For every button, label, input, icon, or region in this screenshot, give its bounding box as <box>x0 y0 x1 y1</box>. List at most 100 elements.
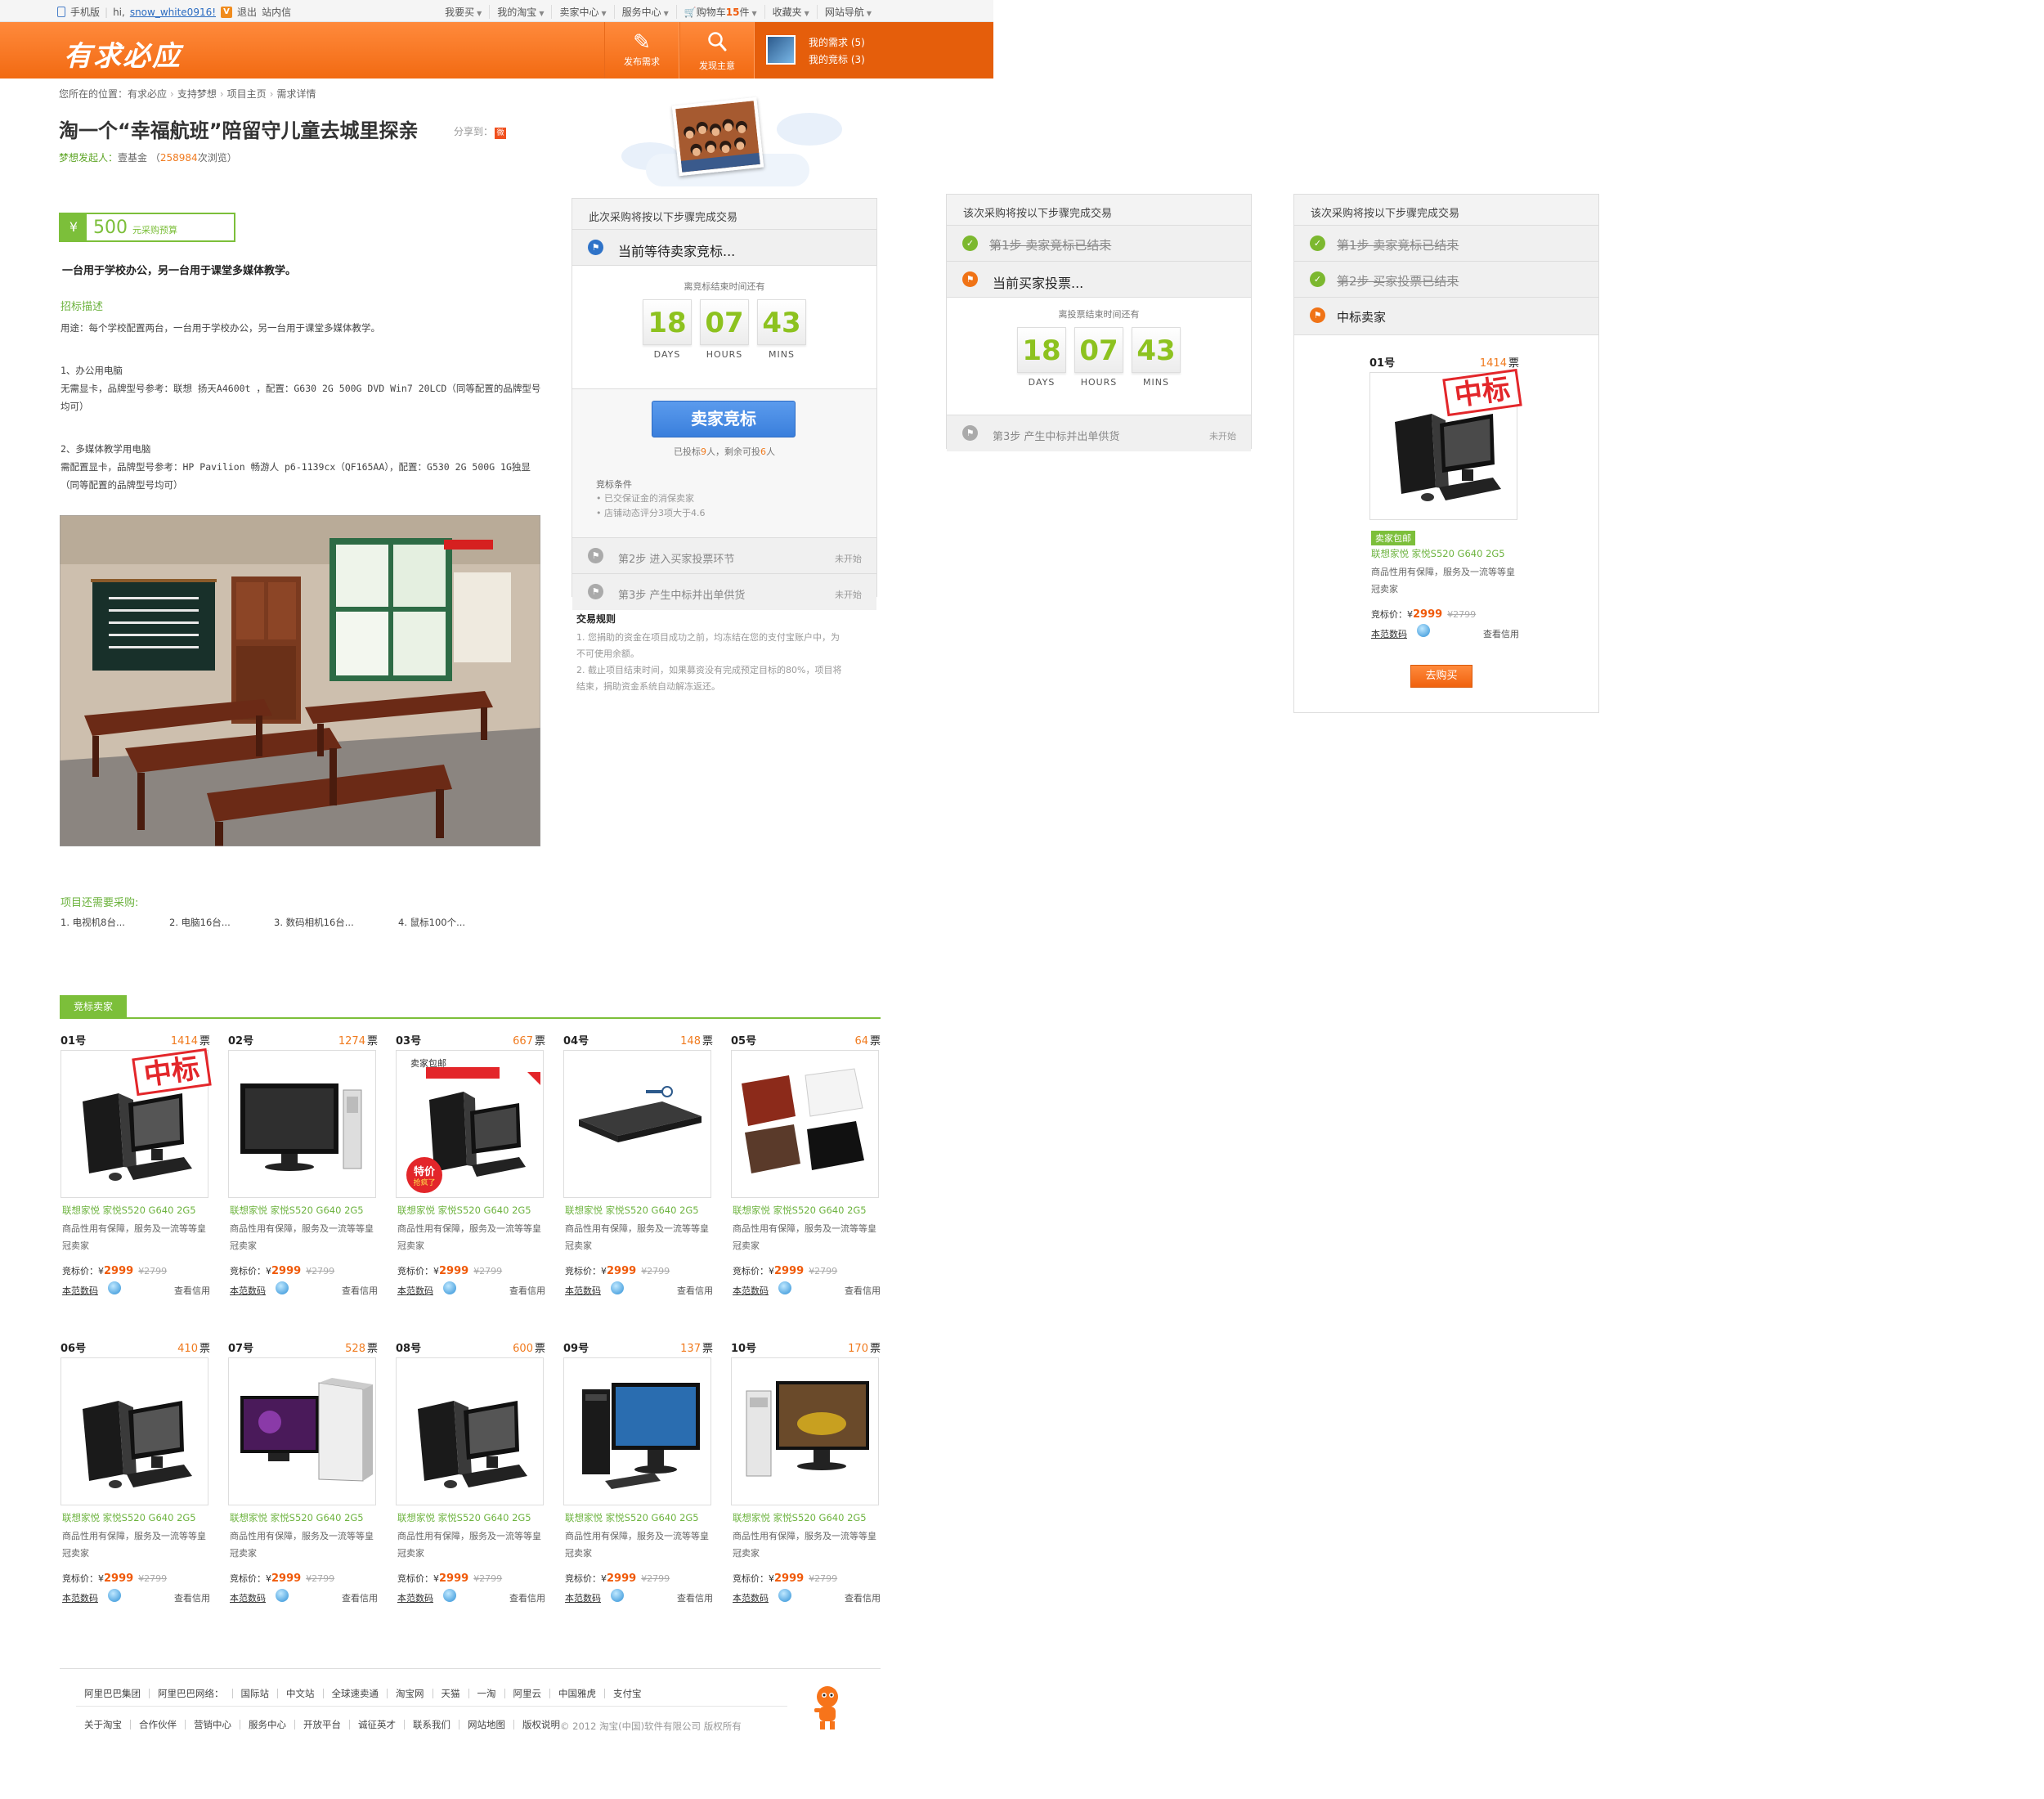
view-credit-link[interactable]: 查看信用 <box>509 1284 545 1297</box>
product-image[interactable] <box>563 1050 711 1198</box>
product-name[interactable]: 联想家悦 家悦S520 G640 2G5 <box>733 1511 867 1524</box>
view-credit-link[interactable]: 查看信用 <box>845 1591 881 1604</box>
footer-link[interactable]: 中国雅虎 <box>550 1689 605 1698</box>
seller-link[interactable]: 本范数码 <box>62 1591 98 1604</box>
top-nav-item[interactable]: 网站导航 ▼ <box>818 5 879 19</box>
panel-header: 该次采购将按以下步骤完成交易 <box>947 195 1251 226</box>
footer-link[interactable]: 营销中心 <box>186 1720 240 1729</box>
top-nav-item[interactable]: 我的淘宝 ▼ <box>490 5 553 19</box>
view-credit-link[interactable]: 查看信用 <box>509 1591 545 1604</box>
post-request-button[interactable]: ✎ 发布需求 <box>604 22 679 79</box>
top-nav-item[interactable]: 服务中心 ▼ <box>615 5 677 19</box>
view-credit-link[interactable]: 查看信用 <box>677 1591 713 1604</box>
footer-link[interactable]: 网站地图 <box>459 1720 514 1729</box>
site-logo[interactable]: 有求必应 <box>64 34 182 74</box>
footer-link[interactable]: 天猫 <box>433 1689 469 1698</box>
footer-link[interactable]: 阿里巴巴集团 <box>76 1689 150 1698</box>
footer-link[interactable]: 诚征英才 <box>350 1720 405 1729</box>
footer-link[interactable]: 支付宝 <box>605 1689 650 1698</box>
breadcrumb-separator: › <box>170 88 174 100</box>
footer-link[interactable]: 阿里云 <box>505 1689 550 1698</box>
footer-link[interactable]: 关于淘宝 <box>76 1720 131 1729</box>
footer-link[interactable]: 开放平台 <box>295 1720 350 1729</box>
product-name[interactable]: 联想家悦 家悦S520 G640 2G5 <box>565 1511 699 1524</box>
purchase-item[interactable]: 4. 鼠标100个... <box>398 916 465 929</box>
vote-unit: 票 <box>199 1035 210 1048</box>
top-nav-item[interactable]: 我要买 ▼ <box>437 5 491 19</box>
view-credit-link[interactable]: 查看信用 <box>845 1284 881 1297</box>
seller-link[interactable]: 本范数码 <box>1371 627 1407 640</box>
seller-link[interactable]: 本范数码 <box>733 1284 769 1297</box>
discover-button[interactable]: 发现主意 <box>679 22 755 79</box>
buy-button[interactable]: 去购买 <box>1410 665 1472 688</box>
footer-link[interactable]: 国际站 <box>233 1689 278 1698</box>
weibo-share-icon[interactable]: 微 <box>495 128 507 139</box>
footer-link[interactable]: 合作伙伴 <box>131 1720 186 1729</box>
step-2-label: 第2步 买家投票已结束 <box>1337 274 1459 289</box>
footer-link[interactable]: 服务中心 <box>240 1720 295 1729</box>
breadcrumb-item[interactable]: 项目主页 <box>227 88 267 100</box>
mobile-link[interactable]: 手机版 <box>70 5 100 19</box>
tab-bidders[interactable]: 竞标卖家 <box>60 995 127 1018</box>
product-name[interactable]: 联想家悦 家悦S520 G640 2G5 <box>230 1204 364 1217</box>
top-nav-item[interactable]: 收藏夹 ▼ <box>765 5 818 19</box>
footer-link[interactable]: 一淘 <box>469 1689 505 1698</box>
footer-link[interactable]: 全球速卖通 <box>324 1689 388 1698</box>
footer-link[interactable]: 联系我们 <box>405 1720 459 1729</box>
view-credit-link[interactable]: 查看信用 <box>174 1591 210 1604</box>
seller-link[interactable]: 本范数码 <box>62 1284 98 1297</box>
view-credit-link[interactable]: 查看信用 <box>342 1591 378 1604</box>
purchase-item[interactable]: 2. 电脑16台... <box>169 916 274 929</box>
view-credit-link[interactable]: 查看信用 <box>342 1284 378 1297</box>
product-name[interactable]: 联想家悦 家悦S520 G640 2G5 <box>62 1204 196 1217</box>
product-image[interactable] <box>563 1357 711 1505</box>
breadcrumb-item[interactable]: 支持梦想 <box>177 88 217 100</box>
bidder-number: 03号 <box>396 1035 422 1048</box>
my-bids-link[interactable]: 我的竞标 (3) <box>809 52 865 66</box>
seller-link[interactable]: 本范数码 <box>230 1591 266 1604</box>
logout-link[interactable]: 退出 <box>237 5 257 19</box>
seller-link[interactable]: 本范数码 <box>565 1284 601 1297</box>
footer-link[interactable]: 阿里巴巴网络： <box>150 1689 233 1698</box>
product-name[interactable]: 联想家悦 家悦S520 G640 2G5 <box>230 1511 364 1524</box>
initiator-name[interactable]: 壹基金 <box>118 152 147 164</box>
product-name[interactable]: 联想家悦 家悦S520 G640 2G5 <box>1371 547 1505 560</box>
seller-link[interactable]: 本范数码 <box>565 1591 601 1604</box>
product-name[interactable]: 联想家悦 家悦S520 G640 2G5 <box>397 1204 531 1217</box>
purchase-item[interactable]: 1. 电视机8台... <box>61 916 169 929</box>
seller-link[interactable]: 本范数码 <box>397 1284 433 1297</box>
top-nav-item[interactable]: 🛒购物车15件 ▼ <box>677 5 765 19</box>
product-desc: 商品性用有保障，服务及一流等等皇冠卖家 <box>230 1223 374 1251</box>
product-image[interactable] <box>731 1050 879 1198</box>
product-image[interactable] <box>228 1357 376 1505</box>
step-1-label: 第1步 卖家竞标已结束 <box>1337 238 1459 253</box>
seller-link[interactable]: 本范数码 <box>733 1591 769 1604</box>
breadcrumb-item[interactable]: 有求必应 <box>128 88 167 100</box>
product-name[interactable]: 联想家悦 家悦S520 G640 2G5 <box>62 1511 196 1524</box>
purchase-item[interactable]: 3. 数码相机16台... <box>274 916 398 929</box>
price-label: 竞标价：¥ <box>565 1266 607 1276</box>
top-nav-item[interactable]: 卖家中心 ▼ <box>552 5 615 19</box>
my-requests-link[interactable]: 我的需求 (5) <box>809 35 865 49</box>
view-credit-link[interactable]: 查看信用 <box>174 1284 210 1297</box>
product-name[interactable]: 联想家悦 家悦S520 G640 2G5 <box>397 1511 531 1524</box>
seller-bid-button[interactable]: 卖家竞标 <box>652 401 796 437</box>
seller-link[interactable]: 本范数码 <box>230 1284 266 1297</box>
top-bar: 手机版 | hi, snow_white0916! V 退出 站内信 我要买 ▼ 我… <box>0 0 993 22</box>
description-line: 均可） <box>61 401 89 412</box>
product-name[interactable]: 联想家悦 家悦S520 G640 2G5 <box>733 1204 867 1217</box>
product-image[interactable] <box>61 1357 208 1505</box>
messages-link[interactable]: 站内信 <box>262 5 291 19</box>
footer-link[interactable]: 中文站 <box>278 1689 324 1698</box>
seller-link[interactable]: 本范数码 <box>397 1591 433 1604</box>
avatar[interactable] <box>766 35 796 65</box>
old-price: ¥2799 <box>809 1573 838 1584</box>
view-credit-link[interactable]: 查看信用 <box>1483 627 1519 640</box>
product-image[interactable] <box>396 1357 544 1505</box>
product-image[interactable] <box>731 1357 879 1505</box>
username-link[interactable]: snow_white0916! <box>130 7 216 18</box>
view-credit-link[interactable]: 查看信用 <box>677 1284 713 1297</box>
product-name[interactable]: 联想家悦 家悦S520 G640 2G5 <box>565 1204 699 1217</box>
footer-link[interactable]: 淘宝网 <box>388 1689 433 1698</box>
product-image[interactable] <box>228 1050 376 1198</box>
